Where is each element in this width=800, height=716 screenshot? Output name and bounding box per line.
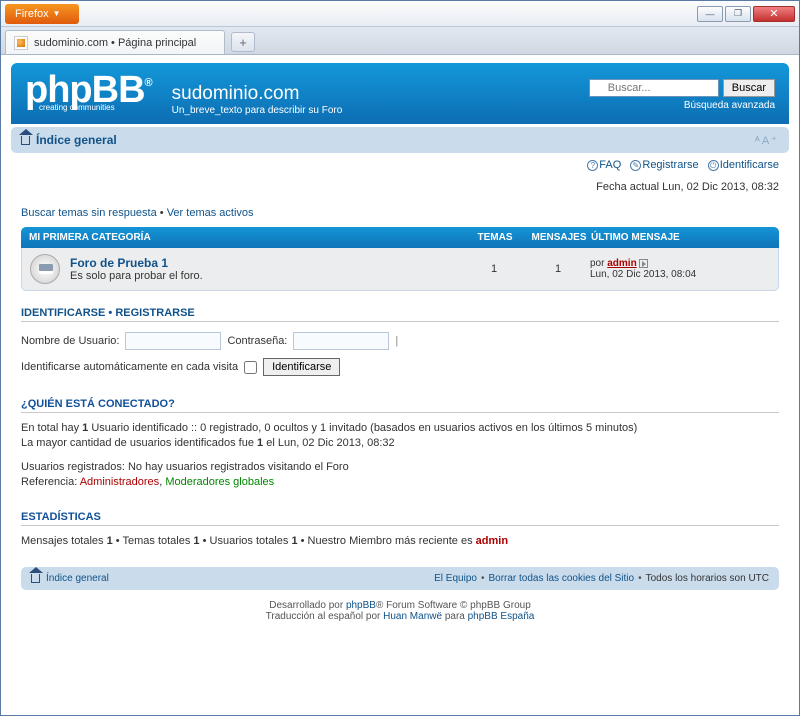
timezone-text: Todos los horarios son UTC <box>646 573 769 584</box>
font-size-control[interactable]: ᴬA⁺ <box>755 134 779 147</box>
minimize-button[interactable]: — <box>697 6 723 22</box>
home-icon <box>21 136 30 145</box>
separator: | <box>395 335 398 347</box>
footer-right: El Equipo•Borrar todas las cookies del S… <box>434 573 769 584</box>
phpbb-logo: phpBB® creating communities <box>25 73 152 116</box>
site-desc: Un_breve_texto para describir su Foro <box>172 105 343 116</box>
translator-link[interactable]: Huan Manwë <box>383 611 442 622</box>
phpbb-link[interactable]: phpBB <box>346 600 376 611</box>
login-submit-button[interactable]: Identificarse <box>263 358 340 376</box>
user-links: ?FAQ ✎Registrarse ⏻Identificarse <box>11 153 789 177</box>
close-button[interactable]: ✕ <box>753 6 795 22</box>
login-heading: IDENTIFICARSE • REGISTRARSE <box>21 307 779 322</box>
current-datetime: Fecha actual Lun, 02 Dic 2013, 08:32 <box>11 177 789 203</box>
mods-link[interactable]: Moderadores globales <box>165 476 274 488</box>
goto-last-icon[interactable] <box>639 259 648 268</box>
firefox-label: Firefox <box>15 8 49 20</box>
power-icon: ⏻ <box>708 160 719 171</box>
by-label: por <box>590 258 607 269</box>
register-link[interactable]: Registrarse <box>642 159 698 171</box>
last-post: por admin Lun, 02 Dic 2013, 08:04 <box>590 258 770 280</box>
separator: • <box>157 207 167 219</box>
logo-text: phpBB <box>25 69 145 111</box>
delete-cookies-link[interactable]: Borrar todas las cookies del Sitio <box>488 573 634 584</box>
search-shortcuts: Buscar temas sin respuesta • Ver temas a… <box>11 203 789 223</box>
forum-info: Foro de Prueba 1 Es solo para probar el … <box>70 256 462 282</box>
help-icon: ? <box>587 160 598 171</box>
forum-desc: Es solo para probar el foro. <box>70 270 462 282</box>
topics-count: 1 <box>462 263 526 275</box>
phpbb-es-link[interactable]: phpBB España <box>468 611 535 622</box>
username-input[interactable] <box>125 332 221 350</box>
maximize-button[interactable]: ❐ <box>725 6 751 22</box>
site-name: sudominio.com <box>172 83 343 105</box>
team-link[interactable]: El Equipo <box>434 573 477 584</box>
index-link[interactable]: Índice general <box>36 133 117 147</box>
unanswered-link[interactable]: Buscar temas sin respuesta <box>21 207 157 219</box>
password-label: Contraseña: <box>227 335 287 347</box>
stats-line: Mensajes totales 1 • Temas totales 1 • U… <box>11 530 789 553</box>
stats-heading: ESTADÍSTICAS <box>21 511 779 526</box>
forum-icon <box>30 254 60 284</box>
favicon-icon <box>14 36 28 50</box>
username-label: Nombre de Usuario: <box>21 335 119 347</box>
index-link-footer[interactable]: Índice general <box>46 573 109 584</box>
col-topics: TEMAS <box>463 232 527 243</box>
forum-row: Foro de Prueba 1 Es solo para probar el … <box>21 248 779 291</box>
login-link[interactable]: Identificarse <box>720 159 779 171</box>
password-input[interactable] <box>293 332 389 350</box>
online-heading: ¿QUIÉN ESTÁ CONECTADO? <box>21 398 779 413</box>
home-icon <box>31 574 40 583</box>
lastpost-date: Lun, 02 Dic 2013, 08:04 <box>590 269 696 280</box>
category-name: MI PRIMERA CATEGORÍA <box>29 232 463 243</box>
login-heading-link[interactable]: IDENTIFICARSE <box>21 307 105 319</box>
chevron-down-icon: ▼ <box>53 9 61 18</box>
titlebar: Firefox ▼ — ❐ ✕ <box>1 1 799 27</box>
forum-title-link[interactable]: Foro de Prueba 1 <box>70 256 168 270</box>
browser-window: Firefox ▼ — ❐ ✕ sudominio.com • Página p… <box>0 0 800 716</box>
autologin-checkbox[interactable] <box>244 361 257 374</box>
advanced-search-link[interactable]: Búsqueda avanzada <box>684 100 775 111</box>
active-topics-link[interactable]: Ver temas activos <box>167 207 254 219</box>
login-form-row2: Identificarse automáticamente en cada vi… <box>11 356 789 382</box>
register-icon: ✎ <box>630 160 641 171</box>
autologin-label: Identificarse automáticamente en cada vi… <box>21 361 238 373</box>
newest-member-link[interactable]: admin <box>476 535 508 547</box>
lastpost-author-link[interactable]: admin <box>607 258 636 269</box>
forum-header: phpBB® creating communities sudominio.co… <box>11 63 789 124</box>
posts-count: 1 <box>526 263 590 275</box>
register-heading-link[interactable]: REGISTRARSE <box>115 307 194 319</box>
search-input[interactable] <box>589 79 719 97</box>
login-form-row1: Nombre de Usuario: Contraseña: | <box>11 326 789 356</box>
firefox-menu-button[interactable]: Firefox ▼ <box>5 4 79 24</box>
admins-link[interactable]: Administradores <box>80 476 159 488</box>
breadcrumb-bar: Índice general ᴬA⁺ <box>11 127 789 153</box>
browser-tab[interactable]: sudominio.com • Página principal <box>5 30 225 54</box>
registered-icon: ® <box>145 77 152 89</box>
col-posts: MENSAJES <box>527 232 591 243</box>
footer-nav: Índice general El Equipo•Borrar todas la… <box>21 567 779 590</box>
col-lastpost: ÚLTIMO MENSAJE <box>591 232 771 243</box>
tab-title: sudominio.com • Página principal <box>34 37 196 49</box>
window-controls: — ❐ ✕ <box>697 6 795 22</box>
tab-bar: sudominio.com • Página principal + <box>1 27 799 55</box>
credits: Desarrollado por phpBB® Forum Software ©… <box>11 596 789 632</box>
search-area: 🔍 Buscar Búsqueda avanzada <box>589 73 775 116</box>
page-content: phpBB® creating communities sudominio.co… <box>1 55 799 640</box>
search-button[interactable]: Buscar <box>723 79 775 97</box>
category-header: MI PRIMERA CATEGORÍA TEMAS MENSAJES ÚLTI… <box>21 227 779 248</box>
online-users: Usuarios registrados: No hay usuarios re… <box>11 456 789 495</box>
faq-link[interactable]: FAQ <box>599 159 621 171</box>
new-tab-button[interactable]: + <box>231 32 255 52</box>
site-description: sudominio.com Un_breve_texto para descri… <box>172 73 343 116</box>
online-stats: En total hay 1 Usuario identificado :: 0… <box>11 417 789 456</box>
